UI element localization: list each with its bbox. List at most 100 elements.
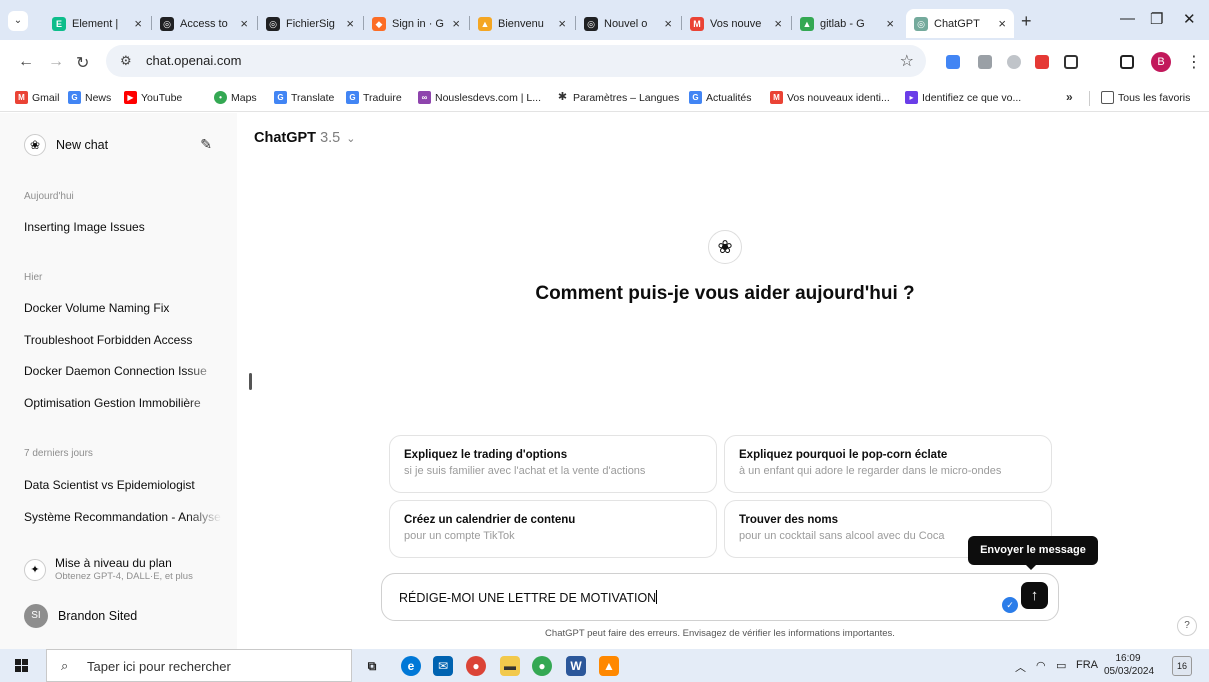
address-bar[interactable]: ⚙ chat.openai.com ☆: [106, 45, 926, 77]
model-selector[interactable]: ChatGPT 3.5 ⌄: [254, 130, 355, 146]
bookmark-identifiez[interactable]: ▸ Identifiez ce que vo...: [905, 91, 1021, 104]
conversation-item[interactable]: Troubleshoot Forbidden Access: [24, 333, 222, 347]
mail-icon[interactable]: ✉: [433, 656, 453, 676]
message-input-text: RÉDIGE-MOI UNE LETTRE DE MOTIVATION: [399, 591, 657, 605]
wifi-icon[interactable]: ◠: [1036, 659, 1046, 672]
grammar-check-icon[interactable]: ✓: [1002, 597, 1018, 613]
conversation-item[interactable]: Data Scientist vs Epidemiologist: [24, 478, 222, 492]
all-bookmarks[interactable]: Tous les favoris: [1101, 91, 1190, 104]
window-close-icon[interactable]: ✕: [1183, 10, 1196, 28]
translate-icon: G: [346, 91, 359, 104]
forward-icon[interactable]: →: [48, 53, 64, 71]
close-icon[interactable]: ×: [664, 16, 672, 31]
close-icon[interactable]: ×: [774, 16, 782, 31]
new-chat-button[interactable]: ❀ New chat ✎: [12, 129, 222, 161]
notification-center-icon[interactable]: 16: [1172, 656, 1192, 676]
close-icon[interactable]: ×: [558, 16, 566, 31]
back-icon[interactable]: ←: [18, 53, 34, 71]
bookmark-traduire[interactable]: G Traduire: [346, 91, 402, 104]
translate-icon: G: [274, 91, 287, 104]
tab-element[interactable]: E Element | ×: [44, 9, 150, 38]
language-indicator[interactable]: FRA: [1076, 659, 1098, 671]
drive-icon: ▲: [800, 16, 814, 31]
chevron-down-icon: ⌄: [346, 133, 356, 145]
close-icon[interactable]: ×: [240, 16, 248, 31]
windows-start-icon[interactable]: [15, 659, 29, 673]
bookmark-parametres[interactable]: ✱ Paramètres – Langues: [556, 91, 679, 104]
message-input[interactable]: RÉDIGE-MOI UNE LETTRE DE MOTIVATION ✓ ↑: [381, 573, 1059, 621]
restore-icon[interactable]: ❐: [1150, 10, 1163, 28]
battery-icon[interactable]: ▭: [1056, 659, 1066, 672]
tab-nouvel[interactable]: ◎ Nouvel o ×: [576, 9, 680, 38]
profile-avatar[interactable]: B: [1151, 52, 1171, 72]
conversation-item[interactable]: Inserting Image Issues: [24, 220, 222, 234]
extensions-puzzle-icon[interactable]: [1064, 55, 1078, 69]
vlc-icon[interactable]: ▲: [599, 656, 619, 676]
system-clock[interactable]: 16:09 05/03/2024: [1104, 652, 1154, 678]
bookmark-nouslesdevs[interactable]: ∞ Nouslesdevs.com | L...: [418, 91, 541, 104]
tab-chatgpt[interactable]: ◎ ChatGPT ×: [906, 9, 1014, 38]
close-icon[interactable]: ×: [998, 16, 1006, 31]
bookmark-youtube[interactable]: ▶ YouTube: [124, 91, 182, 104]
taskbar-search[interactable]: ⌕ Taper ici pour rechercher: [46, 649, 352, 682]
conversation-item[interactable]: Système Recommandation - Analyse: [24, 510, 222, 524]
close-icon[interactable]: ×: [886, 16, 894, 31]
tab-gmail[interactable]: M Vos nouve ×: [682, 9, 790, 38]
suggestion-card[interactable]: Expliquez pourquoi le pop-corn éclate à …: [724, 435, 1052, 493]
more-bookmarks-icon[interactable]: »: [1066, 90, 1073, 104]
suggestion-card[interactable]: Créez un calendrier de contenu pour un c…: [389, 500, 717, 558]
tray-expand-icon[interactable]: ︿: [1015, 659, 1026, 675]
conversation-item[interactable]: Docker Volume Naming Fix: [24, 301, 222, 315]
send-button[interactable]: ↑: [1021, 582, 1048, 609]
browser-menu-icon[interactable]: ⋮: [1186, 52, 1202, 72]
conversation-item[interactable]: Optimisation Gestion Immobilière: [24, 396, 222, 410]
close-icon[interactable]: ×: [134, 16, 142, 31]
conversation-item[interactable]: Docker Daemon Connection Issue: [24, 364, 222, 378]
word-icon[interactable]: W: [566, 656, 586, 676]
suggestion-card[interactable]: Expliquez le trading d'options si je sui…: [389, 435, 717, 493]
minimize-icon[interactable]: —: [1120, 10, 1135, 27]
tab-gitlab-signin[interactable]: ◆ Sign in · G ×: [364, 9, 468, 38]
bookmarks-bar: M Gmail G News ▶ YouTube • Maps G Translate G…: [0, 84, 1209, 112]
chrome-profile-icon[interactable]: ●: [532, 656, 552, 676]
tab-access[interactable]: ◎ Access to ×: [152, 9, 256, 38]
bookmark-identifiants[interactable]: M Vos nouveaux identi...: [770, 91, 890, 104]
sidebar-toggle-handle[interactable]: [249, 373, 252, 390]
bookmark-star-icon[interactable]: ☆: [900, 51, 914, 71]
tab-gitlab-drive[interactable]: ▲ gitlab - G ×: [792, 9, 902, 38]
bookmark-translate[interactable]: G Translate: [274, 91, 334, 104]
task-view-icon[interactable]: ⧉: [362, 656, 382, 676]
gmail-icon: M: [15, 91, 28, 104]
file-explorer-icon[interactable]: ▬: [500, 656, 520, 676]
close-icon[interactable]: ×: [452, 16, 460, 31]
compose-icon[interactable]: ✎: [200, 136, 212, 153]
extension-icon[interactable]: [978, 55, 992, 69]
openai-icon: ◎: [160, 16, 174, 31]
extension-globe-icon[interactable]: [1007, 55, 1021, 69]
bookmark-gmail[interactable]: M Gmail: [15, 91, 59, 104]
site-info-icon[interactable]: ⚙: [120, 53, 132, 69]
page-title: Comment puis-je vous aider aujourd'hui ?: [535, 283, 915, 304]
extension-record-icon[interactable]: [1035, 55, 1049, 69]
bookmark-maps[interactable]: • Maps: [214, 91, 257, 104]
side-panel-icon[interactable]: [1120, 55, 1134, 69]
gmail-icon: M: [770, 91, 783, 104]
upgrade-plan-button[interactable]: ✦ Mise à niveau du plan Obtenez GPT-4, D…: [24, 556, 193, 582]
bookmark-news[interactable]: G News: [68, 91, 111, 104]
gmail-icon: M: [690, 16, 704, 31]
tab-search-icon[interactable]: ⌄: [8, 11, 28, 31]
edge-icon[interactable]: e: [401, 656, 421, 676]
help-button[interactable]: ?: [1177, 616, 1197, 636]
reload-icon[interactable]: ↻: [76, 53, 89, 73]
translate-extension-icon[interactable]: [946, 55, 960, 69]
tab-bienvenue[interactable]: ▲ Bienvenu ×: [470, 9, 574, 38]
bookmark-actualites[interactable]: G Actualités: [689, 91, 752, 104]
close-icon[interactable]: ×: [346, 16, 354, 31]
new-tab-icon[interactable]: +: [1021, 11, 1032, 32]
tab-fichiersig[interactable]: ◎ FichierSig ×: [258, 9, 362, 38]
chrome-icon[interactable]: ●: [466, 656, 486, 676]
avatar: SI: [24, 604, 48, 628]
user-menu[interactable]: SI Brandon Sited: [24, 604, 137, 628]
search-icon: ⌕: [61, 658, 69, 673]
url-text[interactable]: chat.openai.com: [146, 53, 241, 68]
